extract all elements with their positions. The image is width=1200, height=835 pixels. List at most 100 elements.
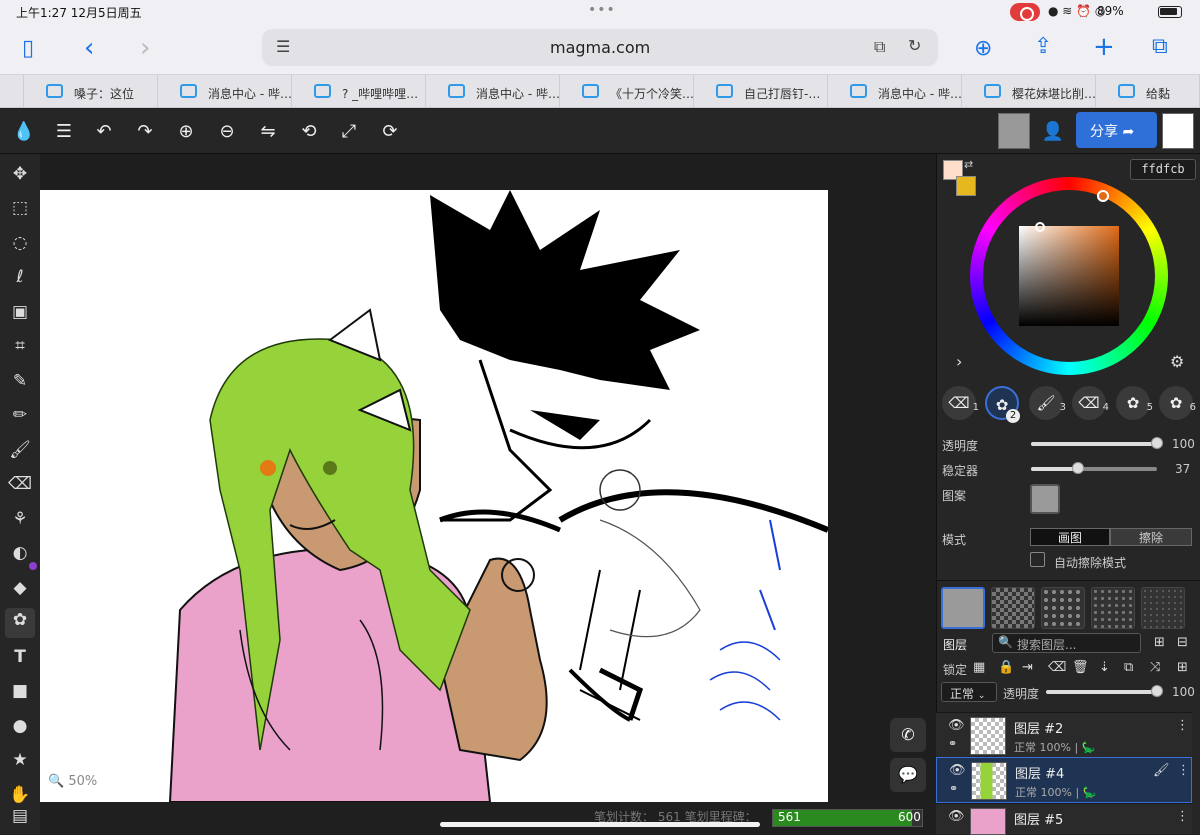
layer-link-icon[interactable]: ⚭ — [949, 782, 958, 795]
brush-preset-1[interactable]: ⌫ 1 — [942, 386, 979, 420]
pattern-preset[interactable] — [1091, 587, 1135, 629]
chat-button[interactable]: 💬 — [890, 758, 926, 792]
smudge-icon[interactable]: ⚘ — [8, 507, 32, 531]
transform-icon[interactable]: ▣ — [8, 300, 32, 324]
add-layer-icon[interactable]: ⊞ — [1177, 660, 1188, 675]
text-tool-icon[interactable]: T — [8, 645, 32, 669]
ellipse-shape-icon[interactable]: ● — [8, 714, 32, 738]
eraser-icon[interactable]: ⌫ — [8, 472, 32, 496]
magma-logo-icon[interactable]: 💧 — [12, 120, 36, 144]
pattern-preset[interactable] — [1141, 587, 1185, 629]
clear-layer-icon[interactable]: ⌫ — [1048, 660, 1066, 675]
lasso-icon[interactable]: ℓ — [8, 265, 32, 289]
brush-preset-5[interactable]: ✿ 5 — [1116, 386, 1153, 420]
avatar[interactable] — [1162, 113, 1194, 149]
artboard[interactable] — [40, 190, 828, 802]
undo-icon[interactable]: ↶ — [92, 120, 116, 144]
mode-erase-button[interactable]: 擦除 — [1110, 528, 1192, 546]
liquify-tool-icon[interactable]: ✿ — [5, 608, 35, 638]
extension-icon[interactable]: ⧉ — [874, 37, 885, 57]
lock-icon[interactable]: 🔒 — [998, 660, 1014, 675]
add-user-icon[interactable]: 👤 — [1041, 120, 1065, 144]
stabilizer-slider-knob[interactable] — [1071, 462, 1084, 474]
forward-icon[interactable]: › — [140, 33, 150, 63]
rect-select-icon[interactable]: ⬚ — [8, 196, 32, 220]
tab[interactable] — [0, 75, 24, 108]
star-shape-icon[interactable]: ★ — [8, 748, 32, 772]
pattern-preset[interactable] — [941, 587, 985, 629]
settings-gear-icon[interactable]: ⚙ — [1170, 352, 1184, 371]
add-layer-icon[interactable]: ⊞ — [1154, 635, 1165, 650]
mode-draw-button[interactable]: 画图 — [1030, 528, 1110, 546]
layer-opacity-slider[interactable] — [1046, 690, 1157, 694]
record-indicator-icon[interactable] — [1010, 3, 1040, 21]
eyedropper-icon[interactable]: ✎ — [8, 369, 32, 393]
layer-link-icon[interactable]: ⚭ — [948, 737, 957, 750]
opacity-slider[interactable] — [1031, 442, 1157, 446]
swap-layer-icon[interactable]: ⤨ — [1150, 660, 1160, 675]
tabs-overview-icon[interactable]: ⧉ — [1152, 34, 1168, 59]
pattern-preset[interactable] — [1041, 587, 1085, 629]
sidebar-icon[interactable]: ▯ — [22, 36, 34, 61]
move-layer-icon[interactable]: ⇥ — [1022, 660, 1033, 675]
layer-search-input[interactable]: 🔍 搜索图层... — [992, 633, 1141, 653]
import-layer-icon[interactable]: ⊟ — [1177, 635, 1188, 650]
secondary-color-swatch[interactable] — [956, 176, 976, 196]
zoom-out-icon[interactable]: ⊖ — [215, 120, 239, 144]
crop-icon[interactable]: ⌗ — [8, 334, 32, 358]
rotate-left-icon[interactable]: ⟲ — [297, 120, 321, 144]
blend-mode-select[interactable]: 正常 ⌄ — [941, 682, 997, 702]
tab[interactable]: 给黏 — [1096, 75, 1200, 108]
lock-alpha-icon[interactable]: ▦ — [973, 660, 985, 675]
tab[interactable]: 消息中心 - 哔… — [426, 75, 560, 108]
more-icon[interactable]: ⋮ — [1176, 809, 1189, 824]
brush-icon[interactable]: 🖌 — [8, 438, 32, 462]
tab[interactable]: 樱花妹堪比削… — [962, 75, 1096, 108]
fullscreen-icon[interactable]: ⤢ — [337, 120, 361, 144]
redo-icon[interactable]: ↷ — [133, 120, 157, 144]
pencil-icon[interactable]: ✏ — [8, 403, 32, 427]
reader-icon[interactable]: ☰ — [276, 37, 290, 56]
merge-down-icon[interactable]: ⇣ — [1099, 660, 1110, 675]
brush-preset-2[interactable]: ✿ 2 — [985, 386, 1020, 423]
expand-icon[interactable]: › — [956, 352, 962, 371]
tab[interactable]: 消息中心 - 哔… — [158, 75, 292, 108]
rotate-right-icon[interactable]: ⟳ — [378, 120, 402, 144]
reload-icon[interactable]: ↻ — [908, 36, 921, 55]
rectangle-shape-icon[interactable]: ■ — [8, 679, 32, 703]
canvas-thumbnail[interactable] — [998, 113, 1030, 149]
tab[interactable]: 《十万个冷笑… — [560, 75, 694, 108]
duplicate-layer-icon[interactable]: ⧉ — [1124, 660, 1133, 675]
share-button[interactable]: 分享 ➦ — [1076, 112, 1157, 148]
tab[interactable]: 消息中心 - 哔… — [828, 75, 962, 108]
zoom-indicator[interactable]: 🔍 50% — [48, 774, 97, 789]
hue-handle[interactable] — [1097, 190, 1109, 202]
delete-layer-icon[interactable]: 🗑 — [1072, 660, 1089, 675]
eye-icon[interactable]: 👁 — [948, 718, 965, 733]
swap-colors-icon[interactable]: ⇄ — [964, 158, 973, 171]
eye-icon[interactable]: 👁 — [948, 809, 965, 824]
move-tool-icon[interactable]: ✥ — [8, 162, 32, 186]
layer-row[interactable]: 👁 图层 #5 ⋮ — [936, 803, 1192, 835]
download-icon[interactable]: ⊕ — [974, 36, 992, 61]
saturation-square[interactable] — [1019, 226, 1119, 326]
tab[interactable]: ? _哔哩哔哩… — [292, 75, 426, 108]
back-icon[interactable]: ‹ — [84, 33, 94, 63]
layer-opacity-slider-knob[interactable] — [1151, 685, 1163, 697]
address-bar[interactable]: ☰ magma.com ⧉ ↻ — [262, 29, 938, 66]
eye-icon[interactable]: 👁 — [949, 763, 966, 778]
share-icon[interactable]: ⇪ — [1034, 34, 1052, 59]
menu-icon[interactable]: ☰ — [52, 120, 76, 144]
tab[interactable]: 自己打唇钉-… — [694, 75, 828, 108]
call-button[interactable]: ✆ — [890, 718, 926, 752]
auto-erase-checkbox[interactable] — [1030, 552, 1045, 567]
brush-preset-6[interactable]: ✿ 6 — [1159, 386, 1196, 420]
brush-preset-4[interactable]: ⌫ 4 — [1072, 386, 1109, 420]
tab[interactable]: 嗓子：这位 — [24, 75, 158, 108]
multitask-dots[interactable]: ••• — [588, 2, 616, 18]
zoom-in-icon[interactable]: ⊕ — [174, 120, 198, 144]
pattern-swatch[interactable] — [1030, 484, 1060, 514]
layer-row[interactable]: 👁 ⚭ 图层 #4 正常 100% | 🦕 🖌 ⋮ — [936, 757, 1192, 803]
hex-input[interactable]: ffdfcb — [1130, 159, 1196, 180]
pattern-preset[interactable] — [991, 587, 1035, 629]
